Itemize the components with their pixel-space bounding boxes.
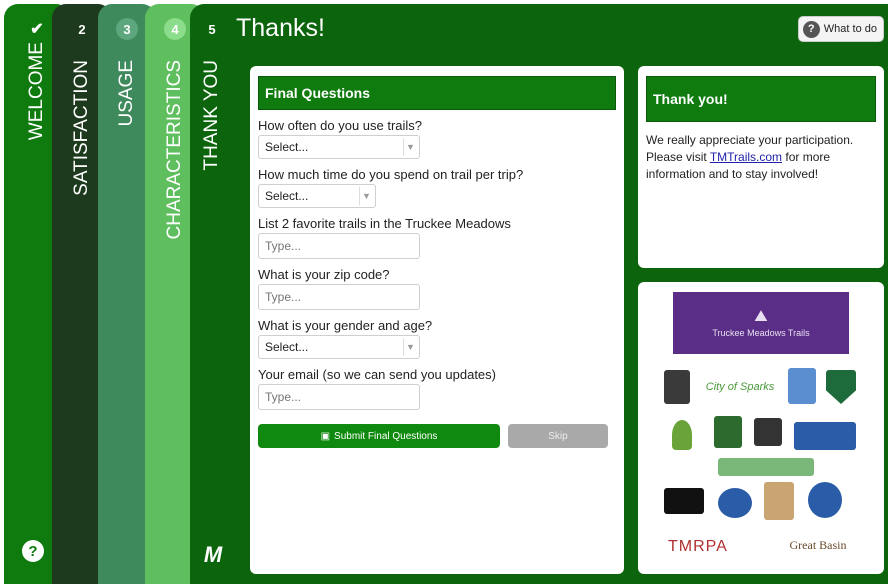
question-label: List 2 favorite trails in the Truckee Me… [258,216,511,231]
step-label-welcome: WELCOME [26,42,47,141]
question-label: How much time do you spend on trail per … [258,167,524,182]
save-icon: ▣ [320,430,331,442]
step-number-satisfaction: 2 [78,21,86,37]
question-icon: ? [802,20,820,38]
thank-you-message: We really appreciate your participation.… [646,132,876,182]
sponsor-logo [754,418,782,446]
email-input[interactable] [258,384,420,410]
thank-you-header: Thank you! [646,76,876,122]
sponsors-panel: ⛰ Truckee Meadows Trails City of Sparks … [638,282,884,574]
frequency-select[interactable]: Select... ▼ [258,135,420,159]
sponsor-logo-grid: City of Sparks TMRPA Great Basin [648,362,874,562]
sponsor-logo [808,482,842,518]
submit-label: Submit Final Questions [334,430,438,442]
step-number-usage: 3 [116,18,138,40]
what-to-do-label: What to do [823,23,877,35]
question-time: How much time do you spend on trail per … [258,167,616,208]
trail-logo-icon: ⛰ [754,308,768,325]
tmtrails-link[interactable]: TMTrails.com [710,150,782,164]
tmt-logo-text: Truckee Meadows Trails [712,328,810,338]
question-label: What is your gender and age? [258,318,433,333]
what-to-do-button[interactable]: ? What to do [797,16,884,42]
question-label: Your email (so we can send you updates) [258,367,496,382]
gender-age-select[interactable]: Select... ▼ [258,335,420,359]
question-email: Your email (so we can send you updates) [258,367,616,410]
sponsor-logo [718,488,752,518]
question-zip: What is your zip code? [258,267,616,310]
help-icon[interactable]: ? [22,540,44,562]
question-frequency: How often do you use trails? Select... ▼ [258,118,616,159]
thank-you-panel: Thank you! We really appreciate your par… [638,66,884,268]
zip-code-input[interactable] [258,284,420,310]
sponsor-logo [664,488,704,514]
question-gender-age: What is your gender and age? Select... ▼ [258,318,616,359]
question-favorite-trails: List 2 favorite trails in the Truckee Me… [258,216,616,259]
select-value: Select... [265,340,309,354]
brand-logo-icon: M [203,542,223,567]
step-label-satisfaction: SATISFACTION [71,60,92,196]
chevron-down-icon: ▼ [403,138,417,156]
step-label-characteristics: CHARACTERISTICS [164,60,185,240]
select-value: Select... [265,189,309,203]
sponsor-logo [672,420,692,450]
forest-service-logo [714,416,742,448]
step-number-characteristics: 4 [164,18,186,40]
question-label: What is your zip code? [258,267,390,282]
sponsor-logo [788,368,816,404]
time-select[interactable]: Select... ▼ [258,184,376,208]
step-number-thank-you: 5 [208,21,216,37]
truckee-meadows-trails-logo: ⛰ Truckee Meadows Trails [673,292,849,354]
step-label-usage: USAGE [116,60,137,127]
chevron-down-icon: ▼ [359,187,373,205]
step-label-thank-you: THANK YOU [201,60,222,171]
great-basin-logo: Great Basin [789,537,847,552]
blm-shield-logo [826,370,856,404]
submit-button[interactable]: ▣ Submit Final Questions [258,424,500,448]
sponsor-logo [764,482,794,520]
skip-button[interactable]: Skip [508,424,608,448]
tmrpa-logo: TMRPA [668,538,728,555]
chevron-down-icon: ▼ [403,338,417,356]
form-header: Final Questions [258,76,616,110]
sparks-logo: City of Sparks [705,381,775,393]
page-title: Thanks! [236,14,325,42]
select-value: Select... [265,140,309,154]
question-label: How often do you use trails? [258,118,423,133]
favorite-trails-input[interactable] [258,233,420,259]
form-actions: ▣ Submit Final Questions Skip [258,424,616,448]
sponsor-logo [794,422,856,450]
check-icon: ✔ [30,21,44,38]
final-questions-panel: Final Questions How often do you use tra… [250,66,624,574]
sponsor-logo [718,458,814,476]
sponsor-logo [664,370,690,404]
